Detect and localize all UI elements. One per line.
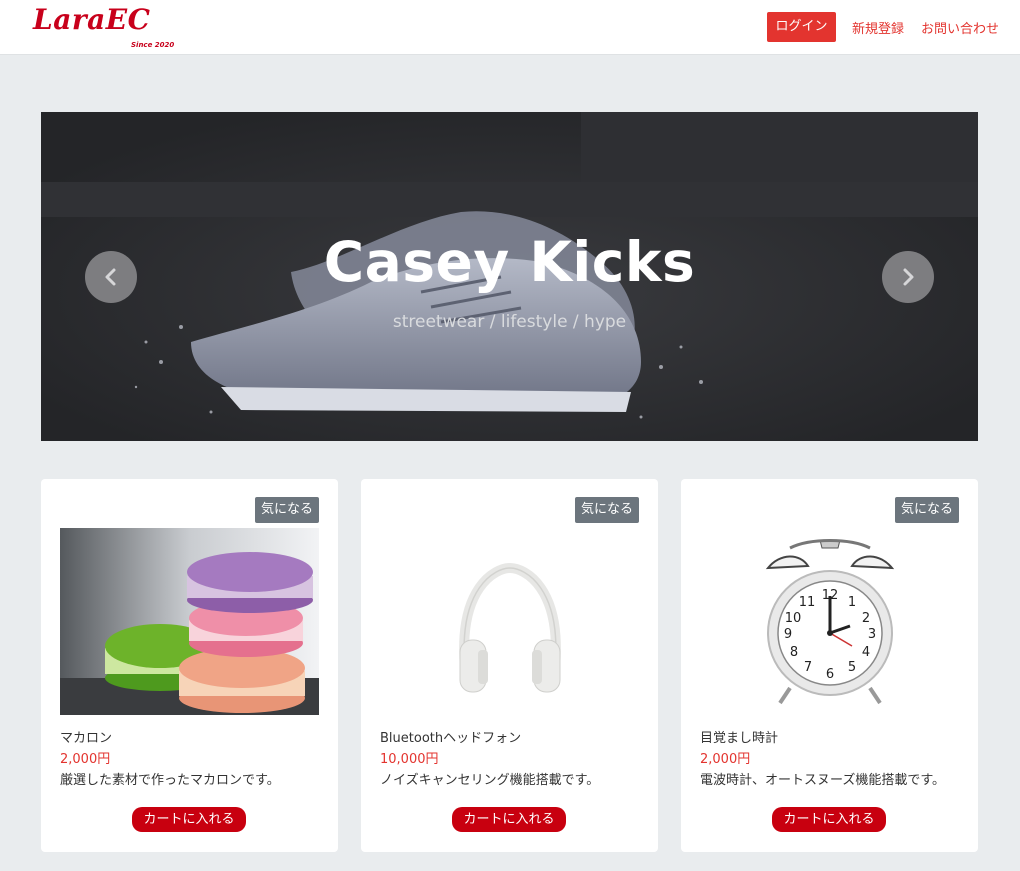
product-image-headphones[interactable] [380, 528, 639, 715]
product-price: 2,000円 [60, 752, 111, 767]
svg-text:8: 8 [790, 645, 798, 660]
chevron-left-icon [105, 268, 116, 286]
hero-title: Casey Kicks [323, 230, 696, 294]
svg-text:9: 9 [784, 627, 792, 642]
logo[interactable]: LaraEC Since 2020 [33, 3, 183, 53]
product-name[interactable]: Bluetoothヘッドフォン [380, 727, 521, 746]
favorite-button[interactable]: 気になる [574, 497, 639, 523]
svg-text:4: 4 [862, 645, 870, 660]
site-header: LaraEC Since 2020 ログイン 新規登録 お問い合わせ [0, 0, 1020, 55]
svg-text:6: 6 [826, 667, 834, 682]
svg-text:7: 7 [804, 660, 812, 675]
contact-link[interactable]: お問い合わせ [921, 18, 999, 37]
carousel-prev-button[interactable] [85, 251, 137, 303]
svg-text:10: 10 [785, 611, 802, 626]
register-link[interactable]: 新規登録 [852, 18, 904, 37]
product-card: 気になる Bluetoothヘッドフォン 10,000円 ノイズキャンセリング機… [361, 479, 658, 852]
product-description: ノイズキャンセリング機能搭載です。 [380, 773, 600, 788]
favorite-button[interactable]: 気になる [254, 497, 319, 523]
hero-subtitle: streetwear / lifestyle / hype [392, 312, 627, 332]
product-price: 2,000円 [700, 752, 751, 767]
product-card: 気になる 12 1 2 345 678 9 10 11 目覚まし時計 2,000… [681, 479, 978, 852]
logo-tagline: Since 2020 [131, 41, 175, 49]
product-image-macarons[interactable] [60, 528, 319, 715]
carousel-next-button[interactable] [882, 251, 934, 303]
product-description: 厳選した素材で作ったマカロンです。 [60, 773, 280, 788]
hero-carousel: Casey Kicks streetwear / lifestyle / hyp… [41, 112, 978, 441]
product-name[interactable]: 目覚まし時計 [700, 727, 778, 746]
product-name[interactable]: マカロン [60, 727, 112, 746]
add-to-cart-button[interactable]: カートに入れる [452, 807, 566, 832]
svg-text:5: 5 [848, 660, 856, 675]
svg-text:1: 1 [848, 595, 856, 610]
favorite-button[interactable]: 気になる [894, 497, 959, 523]
login-button[interactable]: ログイン [767, 12, 836, 42]
add-to-cart-button[interactable]: カートに入れる [772, 807, 886, 832]
svg-text:11: 11 [799, 595, 816, 610]
product-image-alarm-clock[interactable]: 12 1 2 345 678 9 10 11 [700, 528, 959, 715]
add-to-cart-button[interactable]: カートに入れる [132, 807, 246, 832]
product-card: 気になる マカロン 2,000円 厳選した素材で作ったマカロンです。 カートに入… [41, 479, 338, 852]
product-description: 電波時計、オートスヌーズ機能搭載です。 [700, 773, 946, 788]
svg-text:2: 2 [862, 611, 870, 626]
logo-text: LaraEC [33, 3, 151, 36]
product-price: 10,000円 [380, 752, 439, 767]
svg-text:3: 3 [868, 627, 876, 642]
chevron-right-icon [903, 268, 914, 286]
